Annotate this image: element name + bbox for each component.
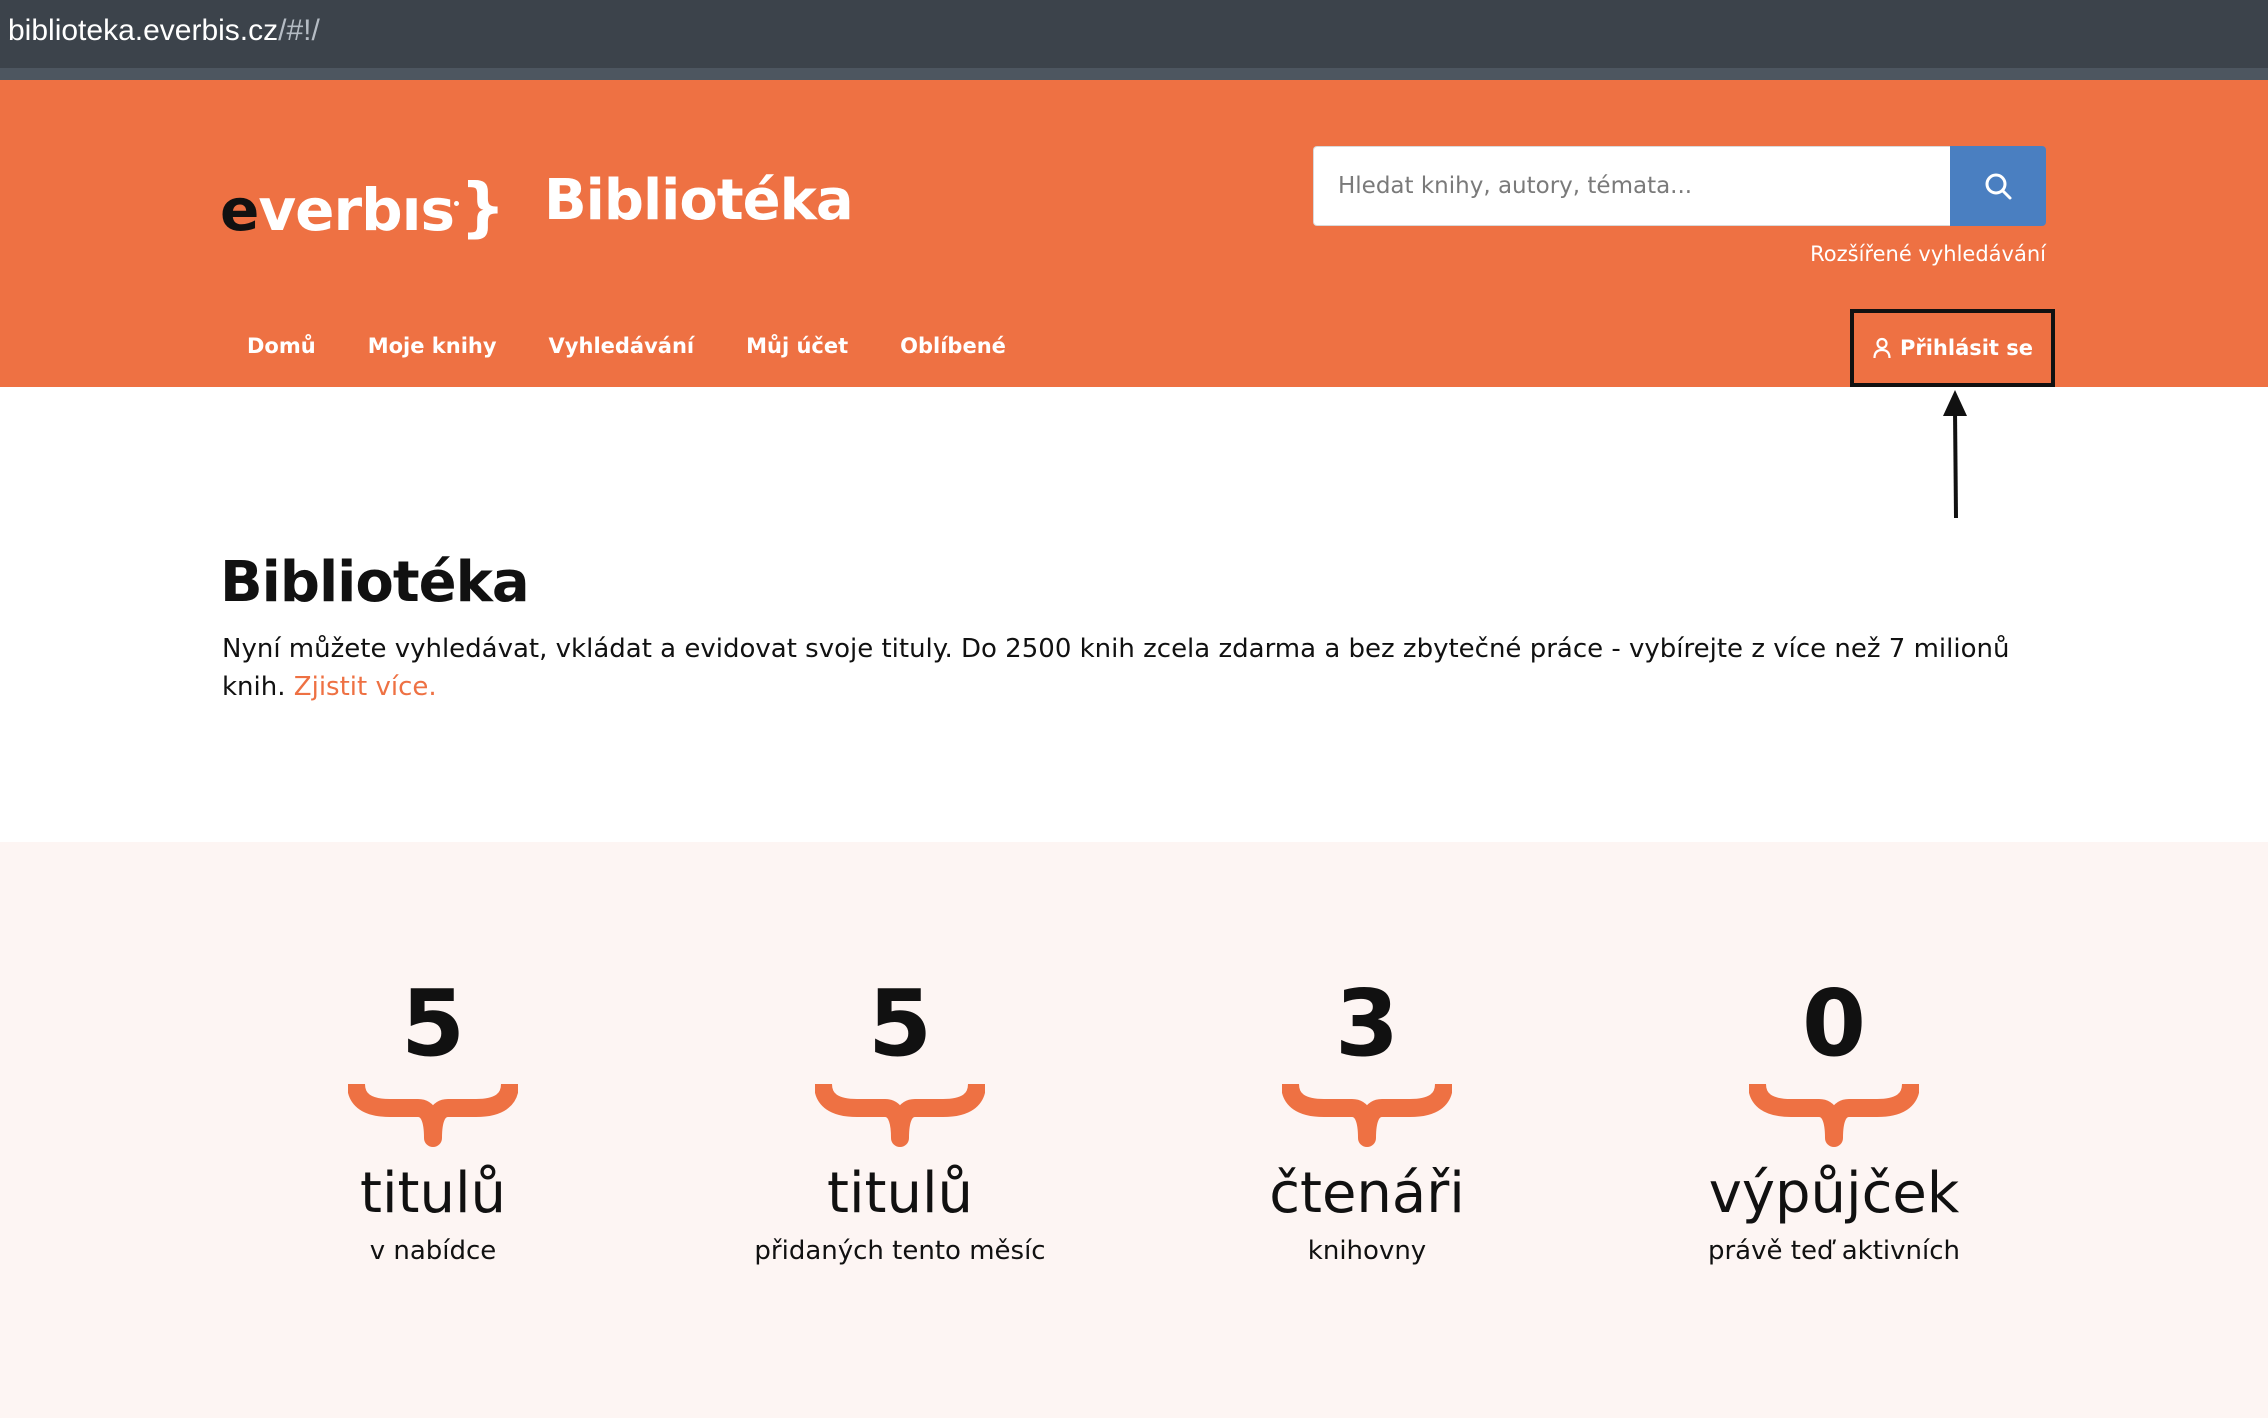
stat-unit: titulů	[359, 1161, 506, 1226]
advanced-search-link[interactable]: Rozšířené vyhledávání	[1700, 242, 2046, 266]
main-nav: Domů Moje knihy Vyhledávání Můj účet Obl…	[230, 334, 1058, 358]
stat-value: 5	[867, 970, 932, 1077]
stat-value: 5	[400, 970, 465, 1077]
intro-paragraph: Nyní můžete vyhledávat, vkládat a evidov…	[222, 634, 2010, 702]
page-title: Bibliotéka	[220, 550, 530, 615]
logo-brace: }	[454, 171, 506, 245]
nav-item-favorites[interactable]: Oblíbené	[900, 334, 1006, 358]
stat-description: právě teď aktivních	[1707, 1236, 1960, 1266]
stat-active-loans: 0 výpůjček právě teď aktivních	[1614, 970, 2054, 1267]
stat-titles-offered: 5 titulů v nabídce	[213, 974, 653, 1266]
curly-brace-icon	[815, 1083, 985, 1147]
nav-item-my-account[interactable]: Můj účet	[746, 334, 848, 358]
stat-description: přidaných tento měsíc	[754, 1236, 1046, 1266]
search-input[interactable]	[1313, 146, 1950, 226]
login-label: Přihlásit se	[1899, 336, 2034, 360]
site-title[interactable]: Bibliotéka	[544, 168, 854, 233]
search-icon	[1985, 173, 2012, 200]
search-bar	[1313, 146, 2046, 226]
nav-item-my-books[interactable]: Moje knihy	[368, 334, 497, 358]
stat-titles-added-this-month: 5 titulů přidaných tento měsíc	[680, 970, 1120, 1267]
stat-unit: výpůjček	[1708, 1161, 1960, 1226]
stat-description: knihovny	[1307, 1236, 1427, 1266]
search-button[interactable]	[1950, 146, 2046, 226]
stat-library-readers: 3 čtenáři knihovny	[1147, 970, 1587, 1267]
login-button[interactable]: Přihlásit se	[1850, 309, 2055, 387]
learn-more-link[interactable]: Zjistit více.	[294, 672, 437, 702]
stat-value: 0	[1801, 970, 1866, 1077]
browser-divider	[0, 68, 2268, 80]
curly-brace-icon	[1282, 1083, 1452, 1147]
stat-unit: čtenáři	[1269, 1161, 1465, 1226]
site-header: everbıs } Bibliotéka Rozšířené vyhledává…	[0, 80, 2268, 387]
everbis-logo[interactable]: everbıs }	[220, 170, 506, 250]
browser-address-bar[interactable]: biblioteka.everbis.cz/#!/	[0, 0, 2268, 80]
nav-item-home[interactable]: Domů	[247, 334, 316, 358]
user-icon	[1873, 337, 1891, 359]
annotation-arrow-icon	[1943, 390, 1967, 519]
stat-description: v nabídce	[369, 1236, 497, 1266]
curly-brace-icon	[1749, 1083, 1919, 1147]
curly-brace-icon	[348, 1083, 518, 1147]
url-text[interactable]: biblioteka.everbis.cz/#!/	[8, 14, 320, 48]
nav-item-search[interactable]: Vyhledávání	[549, 334, 695, 358]
stats-section: 5 titulů v nabídce 5 titulů přidaných te…	[0, 842, 2268, 1418]
stat-unit: titulů	[826, 1161, 973, 1226]
stat-value: 3	[1334, 970, 1399, 1077]
